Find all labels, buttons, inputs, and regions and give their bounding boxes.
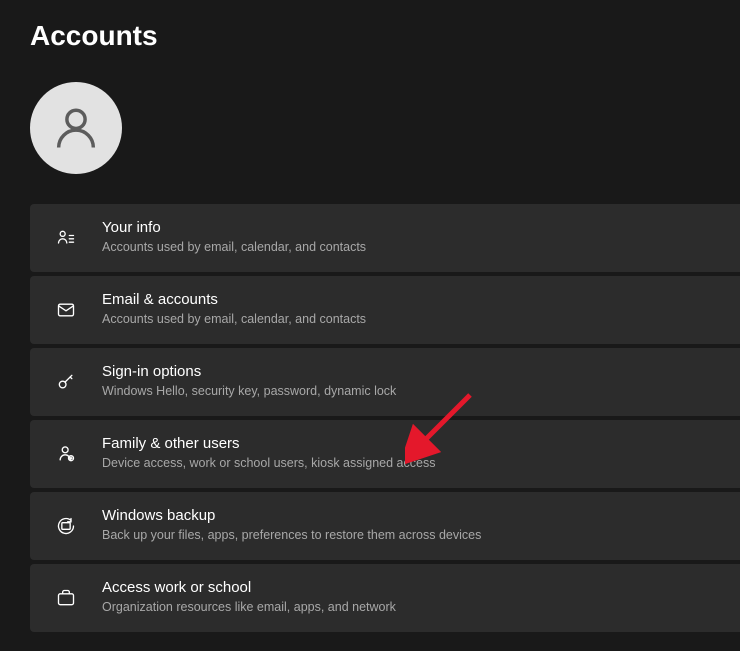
mail-icon	[46, 300, 86, 320]
row-family-other-users[interactable]: Family & other users Device access, work…	[30, 420, 740, 488]
family-icon	[46, 444, 86, 464]
backup-icon	[46, 516, 86, 536]
row-signin-options[interactable]: Sign-in options Windows Hello, security …	[30, 348, 740, 416]
page-title: Accounts	[0, 0, 740, 52]
row-desc: Organization resources like email, apps,…	[102, 599, 396, 617]
settings-list: Your info Accounts used by email, calend…	[30, 204, 740, 632]
row-desc: Back up your files, apps, preferences to…	[102, 527, 481, 545]
row-email-accounts[interactable]: Email & accounts Accounts used by email,…	[30, 276, 740, 344]
row-desc: Accounts used by email, calendar, and co…	[102, 311, 366, 329]
row-desc: Accounts used by email, calendar, and co…	[102, 239, 366, 257]
row-windows-backup[interactable]: Windows backup Back up your files, apps,…	[30, 492, 740, 560]
row-title: Windows backup	[102, 507, 481, 526]
your-info-icon	[46, 228, 86, 248]
row-your-info[interactable]: Your info Accounts used by email, calend…	[30, 204, 740, 272]
row-title: Family & other users	[102, 435, 435, 454]
row-access-work-school[interactable]: Access work or school Organization resou…	[30, 564, 740, 632]
key-icon	[46, 372, 86, 392]
row-desc: Device access, work or school users, kio…	[102, 455, 435, 473]
row-desc: Windows Hello, security key, password, d…	[102, 383, 396, 401]
row-title: Sign-in options	[102, 363, 396, 382]
briefcase-icon	[46, 588, 86, 608]
row-title: Your info	[102, 219, 366, 238]
avatar	[30, 82, 122, 174]
row-title: Access work or school	[102, 579, 396, 598]
person-icon	[50, 102, 102, 154]
row-title: Email & accounts	[102, 291, 366, 310]
